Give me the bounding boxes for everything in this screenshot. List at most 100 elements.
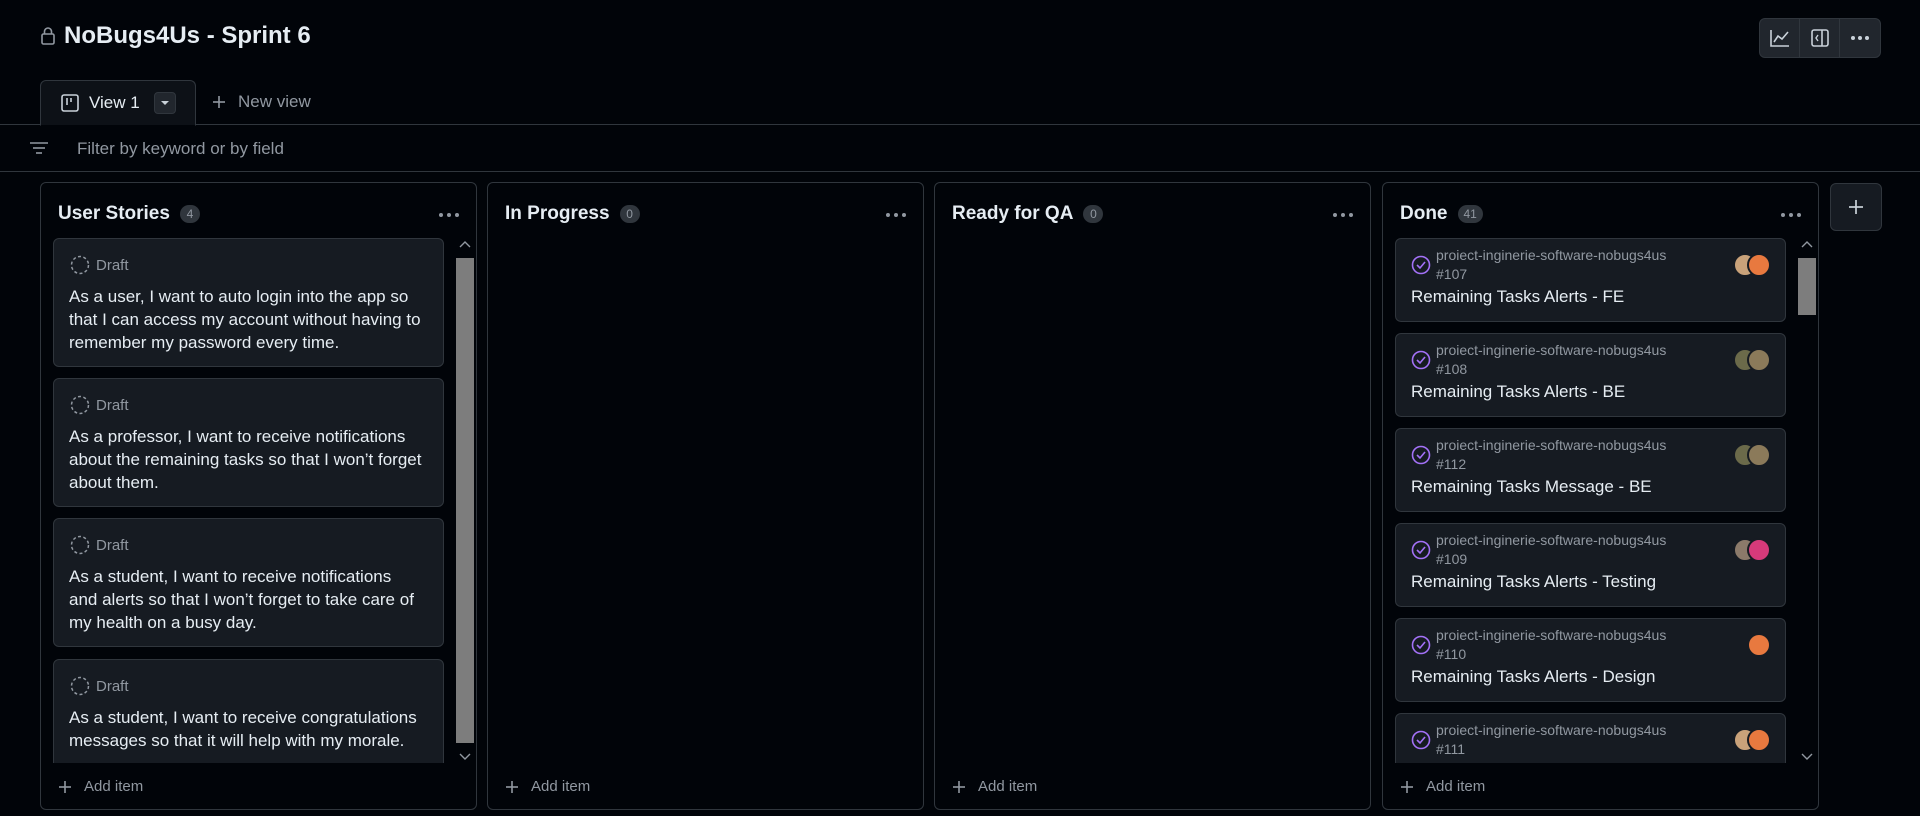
kebab-horizontal-icon [1333,213,1353,217]
draft-icon [70,255,90,275]
issue-reference: proiect-inginerie-software-nobugs4us #11… [1436,721,1666,759]
column-scrollbar[interactable] [454,238,476,763]
add-item-label: Add item [531,778,591,795]
avatar [1747,728,1771,752]
issue-card[interactable]: proiect-inginerie-software-nobugs4us #10… [1395,333,1786,417]
column-title: Done [1400,203,1448,224]
assignees[interactable] [1733,728,1771,752]
filter-icon [30,142,48,154]
tab-view-1[interactable]: View 1 [40,80,196,126]
draft-label: Draft [96,536,129,554]
issue-reference: proiect-inginerie-software-nobugs4us #11… [1436,436,1666,474]
column-menu-button[interactable] [1778,205,1804,225]
kebab-horizontal-icon [886,213,906,217]
side-panel-icon [1810,29,1829,47]
avatar [1747,253,1771,277]
draft-status: Draft [70,676,129,696]
column-count-badge: 41 [1457,205,1483,223]
view-options-dropdown[interactable] [153,92,176,114]
issue-card[interactable]: proiect-inginerie-software-nobugs4us #11… [1395,713,1786,763]
column-user-stories: User Stories 4 Draft As a user, I want t… [40,182,477,810]
column-header: In Progress 0 [505,203,640,225]
add-column-button[interactable] [1830,183,1882,231]
draft-card[interactable]: Draft As a student, I want to receive co… [53,659,444,763]
column-menu-button[interactable] [436,205,462,225]
plus-icon [506,780,518,793]
card-title[interactable]: As a professor, I want to receive notifi… [69,425,423,494]
kebab-horizontal-icon [439,213,459,217]
plus-icon [1849,200,1863,214]
repo-name: proiect-inginerie-software-nobugs4us [1436,532,1667,548]
draft-card[interactable]: Draft As a professor, I want to receive … [53,378,444,507]
card-title[interactable]: Remaining Tasks Alerts - Testing [1411,572,1656,592]
issue-card[interactable]: proiect-inginerie-software-nobugs4us #10… [1395,523,1786,607]
more-options-button[interactable] [1840,19,1880,57]
view-tabs: View 1 New view [0,75,1920,126]
project-title-wrap: NoBugs4Us - Sprint 6 [40,22,311,50]
repo-name: proiect-inginerie-software-nobugs4us [1436,627,1667,643]
assignees[interactable] [1747,633,1771,657]
issue-card[interactable]: proiect-inginerie-software-nobugs4us #10… [1395,238,1786,322]
card-title[interactable]: As a student, I want to receive congratu… [69,706,423,752]
filter-bar[interactable]: Filter by keyword or by field [0,126,1920,172]
scrollbar-thumb[interactable] [456,258,474,743]
card-title[interactable]: Remaining Tasks Alerts - Design [1411,667,1655,687]
side-panel-button[interactable] [1800,19,1840,57]
issue-card[interactable]: proiect-inginerie-software-nobugs4us #11… [1395,618,1786,702]
column-title: Ready for QA [952,203,1074,224]
draft-label: Draft [96,677,129,695]
kebab-horizontal-icon [1851,36,1869,40]
add-item-button[interactable]: Add item [1400,778,1485,795]
filter-input[interactable]: Filter by keyword or by field [77,139,284,159]
column-count-badge: 4 [179,205,200,223]
draft-status: Draft [70,535,129,555]
issue-number: #107 [1436,266,1468,282]
assignees[interactable] [1733,253,1771,277]
new-view-button[interactable]: New view [212,92,311,112]
assignees[interactable] [1733,443,1771,467]
card-title[interactable]: As a user, I want to auto login into the… [69,285,423,354]
scrollbar-thumb[interactable] [1798,258,1816,315]
column-menu-button[interactable] [883,205,909,225]
repo-name: proiect-inginerie-software-nobugs4us [1436,247,1667,263]
scroll-up-icon [1801,241,1813,248]
draft-card[interactable]: Draft As a user, I want to auto login in… [53,238,444,367]
draft-icon [70,676,90,696]
column-menu-button[interactable] [1330,205,1356,225]
column-header: Ready for QA 0 [952,203,1104,225]
issue-closed-icon [1411,445,1431,465]
avatar [1747,348,1771,372]
column-scrollbar[interactable] [1796,238,1818,763]
add-item-button[interactable]: Add item [505,778,590,795]
card-title[interactable]: Remaining Tasks Message - BE [1411,477,1652,497]
repo-name: proiect-inginerie-software-nobugs4us [1436,342,1667,358]
issue-reference: proiect-inginerie-software-nobugs4us #11… [1436,626,1666,664]
plus-icon [953,780,965,793]
draft-status: Draft [70,255,129,275]
issue-reference: proiect-inginerie-software-nobugs4us #10… [1436,531,1666,569]
issue-closed-icon [1411,540,1431,560]
assignees[interactable] [1733,538,1771,562]
column-title: User Stories [58,203,170,224]
column-count-badge: 0 [1083,205,1104,223]
repo-name: proiect-inginerie-software-nobugs4us [1436,437,1667,453]
avatar [1747,538,1771,562]
draft-card[interactable]: Draft As a student, I want to receive no… [53,518,444,647]
assignees[interactable] [1733,348,1771,372]
card-title[interactable]: Remaining Tasks Alerts - BE [1411,382,1625,402]
add-item-button[interactable]: Add item [952,778,1037,795]
column-header: User Stories 4 [58,203,200,225]
issue-number: #109 [1436,551,1468,567]
add-item-label: Add item [1426,778,1486,795]
issue-card[interactable]: proiect-inginerie-software-nobugs4us #11… [1395,428,1786,512]
column-ready-for-qa: Ready for QA 0 Add item [934,182,1371,810]
add-item-label: Add item [84,778,144,795]
draft-icon [70,535,90,555]
insights-button[interactable] [1760,19,1800,57]
repo-name: proiect-inginerie-software-nobugs4us [1436,722,1667,738]
card-title[interactable]: Remaining Tasks Alerts - FE [1411,287,1624,307]
card-list: proiect-inginerie-software-nobugs4us #10… [1383,238,1798,763]
add-item-button[interactable]: Add item [58,778,143,795]
avatar [1747,633,1771,657]
card-title[interactable]: As a student, I want to receive notifica… [69,565,423,634]
